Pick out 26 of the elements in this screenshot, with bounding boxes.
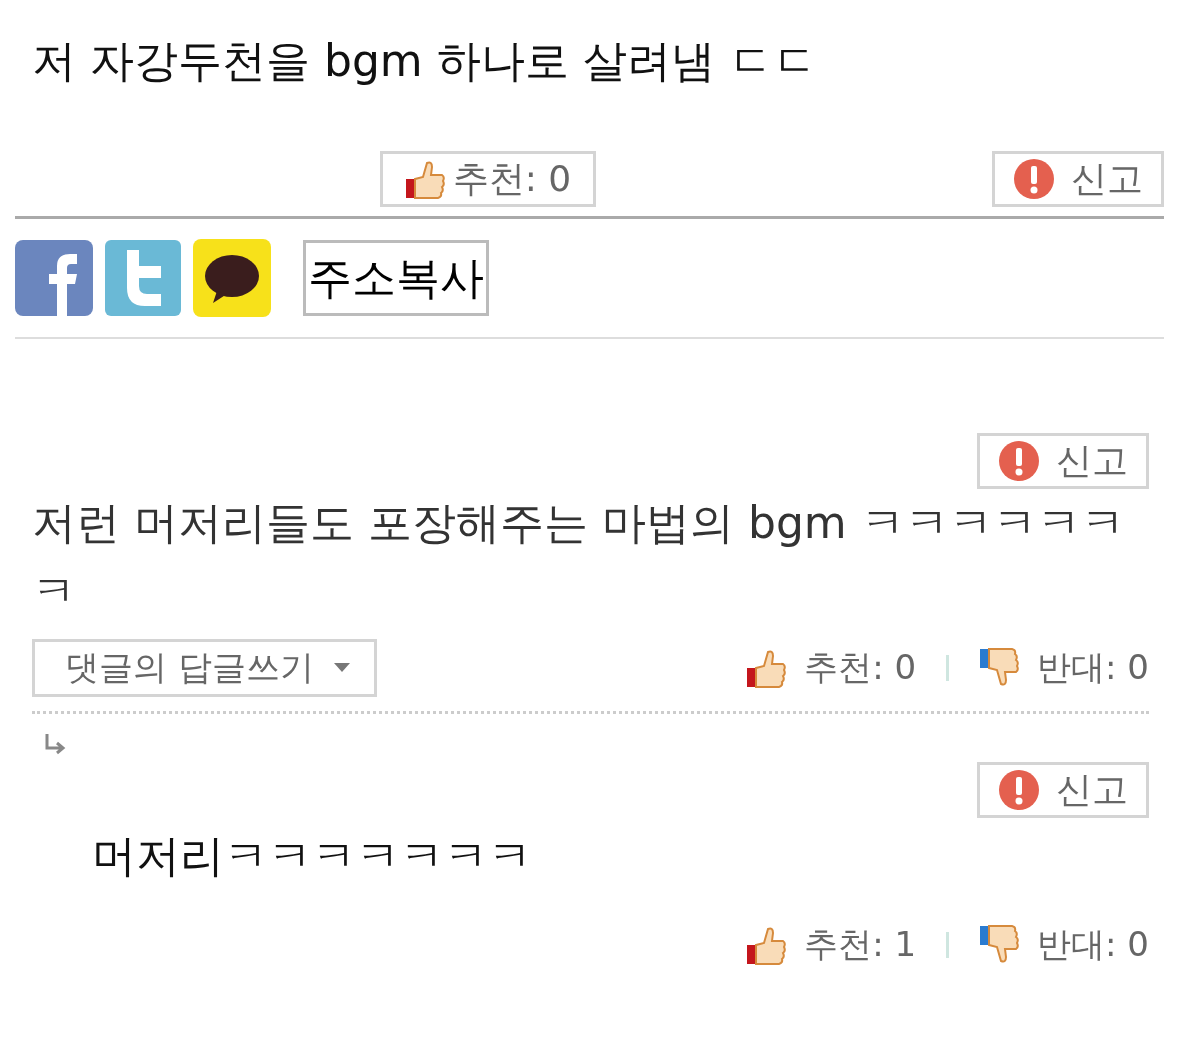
thumbs-down-icon: [979, 925, 1020, 965]
recommend-count[interactable]: 추천: 1: [804, 922, 917, 968]
recommend-count[interactable]: 추천: 0: [804, 645, 917, 691]
post-text: 저 자강두천을 bgm 하나로 살려냄 ㄷㄷ: [31, 34, 818, 88]
comment-text: 저런 머저리들도 포장해주는 마법의 bgm ㅋㅋㅋㅋㅋㅋㅋ: [32, 496, 1126, 618]
chat-bubble-icon[interactable]: [193, 239, 271, 317]
reply-dropdown-button[interactable]: 댓글의 답글쓰기: [32, 639, 377, 697]
oppose-count[interactable]: 반대: 0: [1037, 922, 1149, 968]
alert-icon: [1013, 158, 1055, 200]
thumbs-up-icon: [746, 648, 787, 688]
twitter-icon[interactable]: [105, 240, 181, 316]
copy-address-button[interactable]: 주소복사: [303, 240, 489, 316]
recommend-button[interactable]: 추천: 0: [380, 151, 596, 207]
report-button[interactable]: 신고: [992, 151, 1164, 207]
facebook-icon[interactable]: [15, 240, 93, 316]
report-button[interactable]: 신고: [977, 762, 1149, 818]
alert-icon: [998, 769, 1040, 811]
oppose-count[interactable]: 반대: 0: [1037, 645, 1149, 691]
reply-arrow-icon: [44, 734, 68, 756]
thumbs-up-icon: [404, 159, 445, 199]
alert-icon: [998, 440, 1040, 482]
thumbs-down-icon: [979, 648, 1020, 688]
comment-text: 머저리ㅋㅋㅋㅋㅋㅋㅋ: [91, 829, 533, 883]
dropdown-caret-icon: [333, 663, 350, 673]
report-button[interactable]: 신고: [977, 433, 1149, 489]
thumbs-up-icon: [746, 925, 787, 965]
